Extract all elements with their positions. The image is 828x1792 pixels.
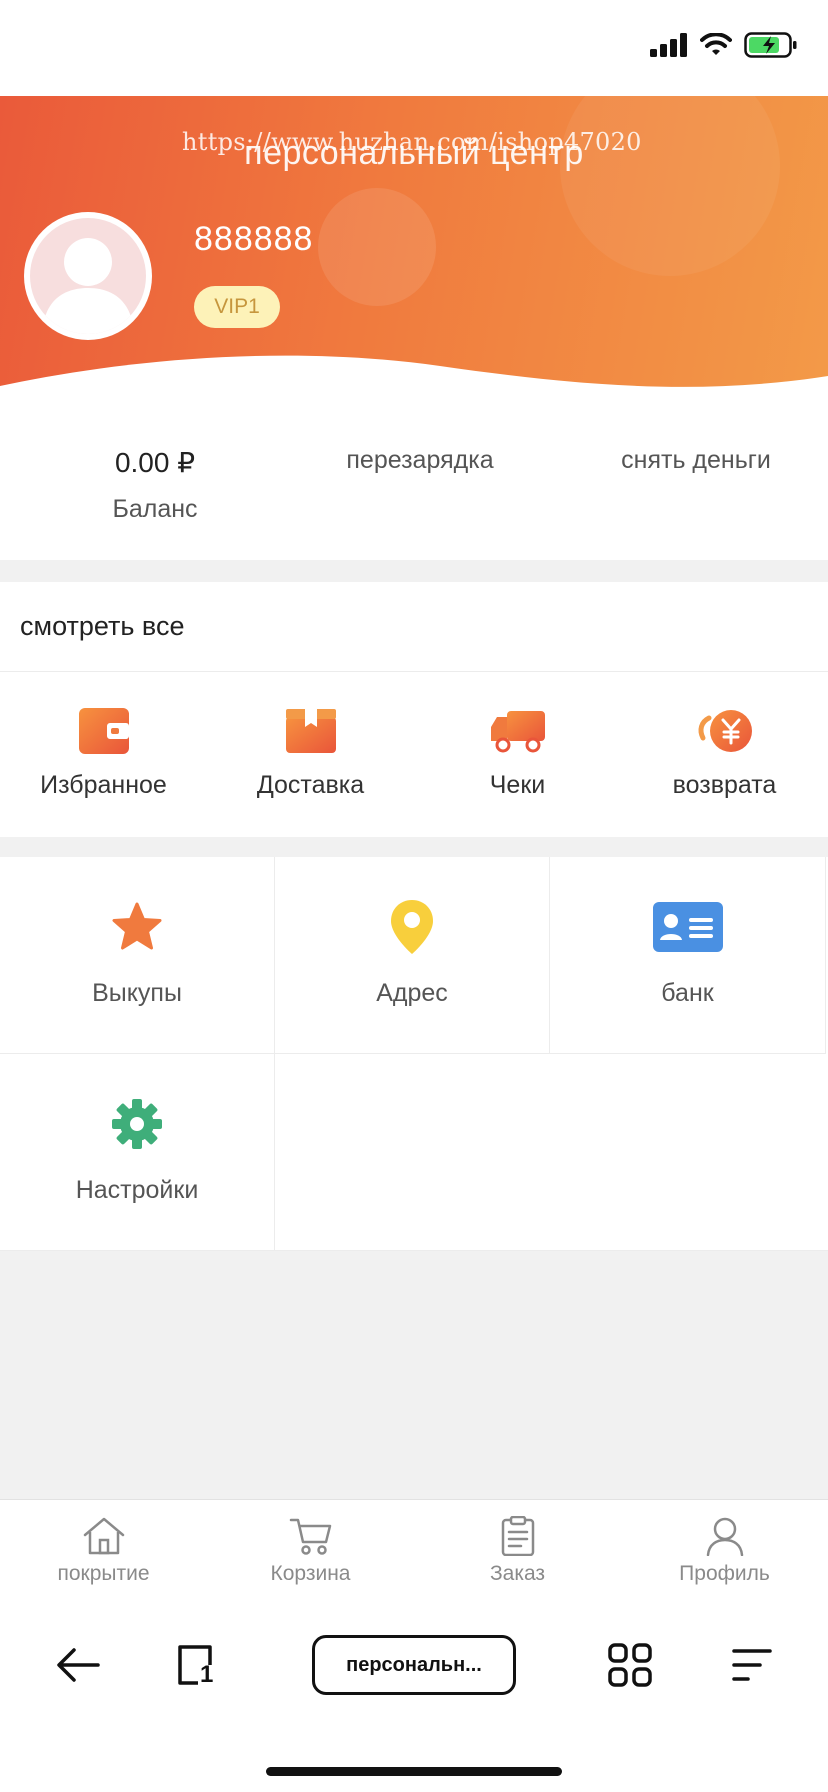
tab-label: Заказ — [489, 1562, 546, 1585]
tab-count: 1 — [200, 1661, 214, 1688]
bottom-tab-bar: покрытие Корзина Заказ Профиль — [0, 1499, 828, 1603]
battery-charging-icon — [744, 32, 797, 58]
gear-icon — [102, 1094, 172, 1154]
recharge-label: перезарядка — [346, 446, 494, 474]
balance-block: 0.00 ₽ Баланс — [70, 446, 240, 524]
location-pin-icon — [377, 897, 447, 957]
withdraw-link[interactable]: снять деньги — [596, 446, 796, 475]
tab-profile[interactable]: Профиль — [621, 1500, 828, 1603]
profile-header: персональный центр https://www.huzhan.co… — [0, 96, 828, 416]
tab-home[interactable]: покрытие — [0, 1500, 207, 1603]
status-bar — [0, 0, 828, 96]
vip-badge: VIP1 — [194, 286, 280, 328]
balance-row: 0.00 ₽ Баланс перезарядка снять деньги — [0, 416, 828, 560]
order-item-receipts[interactable]: Чеки — [414, 673, 621, 837]
wallet-icon — [76, 703, 132, 759]
balance-label: Баланс — [112, 495, 198, 523]
menu-button[interactable] — [722, 1635, 782, 1695]
tab-label: Корзина — [270, 1562, 351, 1585]
signal-icon — [650, 33, 687, 57]
menu-item-label: банк — [661, 979, 714, 1007]
tabs-icon — [178, 1645, 212, 1685]
address-bar[interactable]: персональн... — [312, 1635, 516, 1695]
page-background — [0, 1251, 828, 1499]
balance-value: 0.00 ₽ — [114, 447, 196, 478]
tab-label: Профиль — [679, 1562, 770, 1585]
section-divider — [0, 837, 828, 857]
order-item-returns[interactable]: возврата — [621, 673, 828, 837]
order-item-favorites[interactable]: Избранное — [0, 673, 207, 837]
home-icon — [83, 1517, 124, 1555]
order-item-label: Доставка — [256, 771, 365, 799]
menu-item-label: Адрес — [376, 979, 448, 1007]
header-decoration — [560, 96, 780, 276]
menu-lines-icon — [732, 1649, 772, 1681]
star-icon — [102, 897, 172, 957]
tab-cart[interactable]: Корзина — [207, 1500, 414, 1603]
back-button[interactable] — [48, 1635, 108, 1695]
header-decoration — [318, 188, 436, 306]
menu-item-label: Выкупы — [92, 979, 182, 1007]
menu-item-bank[interactable]: банк — [550, 857, 826, 1054]
apps-button[interactable] — [600, 1635, 660, 1695]
order-item-delivery[interactable]: Доставка — [207, 673, 414, 837]
withdraw-label: снять деньги — [621, 446, 771, 474]
grid-icon — [608, 1643, 652, 1687]
username: 888888 — [194, 220, 314, 258]
browser-toolbar: 1 персональн... — [0, 1603, 828, 1792]
yuan-coin-icon — [697, 703, 753, 759]
see-all-orders[interactable]: смотреть все — [0, 582, 828, 672]
header-wave — [0, 355, 828, 416]
menu-item-label: Настройки — [75, 1176, 199, 1204]
recharge-link[interactable]: перезарядка — [320, 446, 520, 475]
user-icon — [706, 1517, 743, 1556]
truck-icon — [490, 703, 546, 759]
arrow-left-icon — [57, 1648, 100, 1682]
avatar-placeholder-icon — [30, 218, 146, 334]
order-status-row: Избранное Доставка Чеки возврата — [0, 673, 828, 837]
clipboard-icon — [501, 1516, 534, 1556]
menu-item-buyouts[interactable]: Выкупы — [0, 857, 275, 1054]
avatar[interactable] — [24, 212, 152, 340]
cart-icon — [289, 1518, 331, 1555]
tab-orders[interactable]: Заказ — [414, 1500, 621, 1603]
see-all-label: смотреть все — [20, 611, 185, 641]
tab-label: покрытие — [57, 1562, 150, 1585]
id-card-icon — [652, 897, 723, 957]
watermark-text: https://www.huzhan.com/ishop47020 — [182, 128, 642, 156]
wifi-icon — [700, 33, 732, 55]
order-item-label: Чеки — [489, 771, 546, 799]
menu-item-settings[interactable]: Настройки — [0, 1054, 275, 1251]
menu-grid: Выкупы Адрес банк Настройки — [0, 857, 828, 1251]
home-indicator — [266, 1767, 562, 1776]
section-divider — [0, 560, 828, 582]
order-item-label: Избранное — [40, 771, 167, 799]
box-icon — [283, 703, 339, 759]
tabs-button[interactable]: 1 — [168, 1635, 228, 1695]
order-item-label: возврата — [672, 771, 777, 799]
status-icons — [650, 32, 798, 58]
menu-item-address[interactable]: Адрес — [275, 857, 550, 1054]
menu-empty-cell — [275, 1054, 828, 1251]
